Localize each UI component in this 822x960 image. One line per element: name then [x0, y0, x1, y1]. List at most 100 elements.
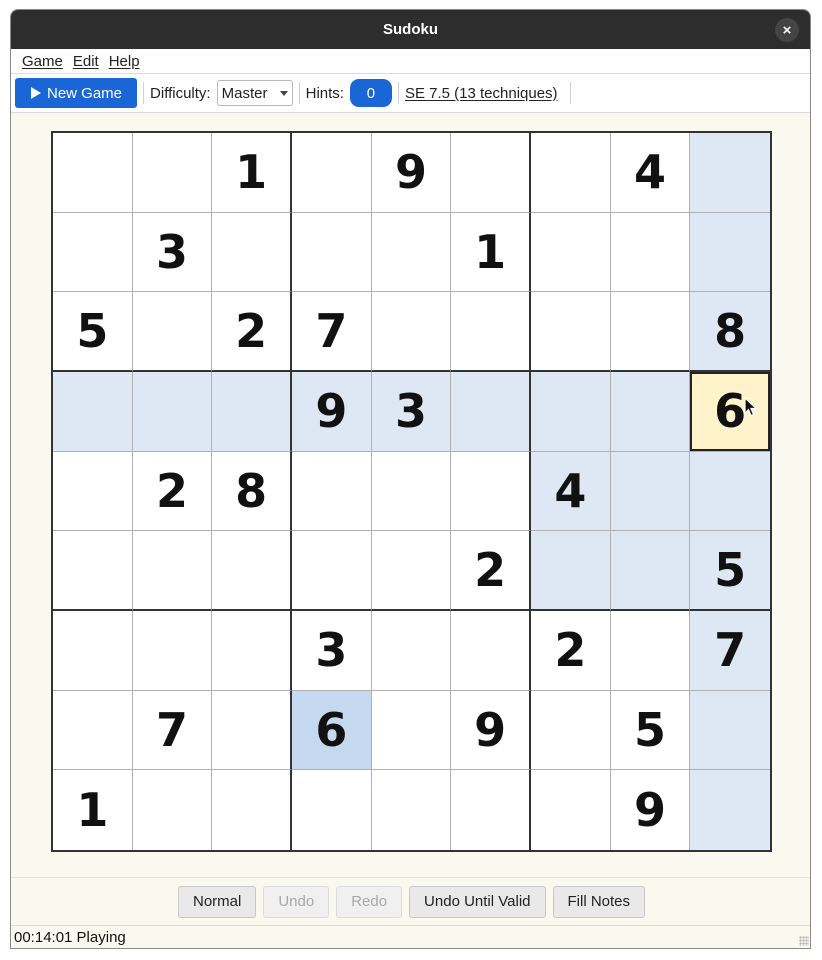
cell-r6-c1[interactable]	[53, 531, 133, 611]
new-game-button[interactable]: New Game	[15, 78, 138, 108]
cell-r5-c2[interactable]: 2	[132, 451, 213, 532]
cell-r3-c2[interactable]	[132, 292, 213, 372]
cell-r4-c7[interactable]	[530, 371, 611, 452]
title-bar[interactable]: Sudoku ×	[11, 10, 810, 49]
cell-r7-c4[interactable]: 3	[291, 610, 372, 691]
cell-r7-c7[interactable]: 2	[530, 610, 611, 691]
cell-r8-c6[interactable]: 9	[451, 690, 531, 771]
hints-button[interactable]: 0	[349, 79, 392, 107]
cell-r9-c6[interactable]	[451, 770, 531, 850]
cell-r9-c9[interactable]	[690, 770, 770, 850]
cell-r6-c2[interactable]	[132, 531, 213, 611]
redo-button[interactable]: Redo	[336, 885, 403, 918]
cell-r7-c5[interactable]	[371, 610, 452, 691]
cell-r3-c7[interactable]	[530, 292, 611, 372]
cell-r8-c8[interactable]: 5	[610, 690, 691, 771]
cell-r5-c4[interactable]	[291, 451, 372, 532]
cell-r3-c9[interactable]: 8	[690, 292, 770, 372]
cell-r9-c4[interactable]	[292, 770, 372, 850]
cell-r1-c9[interactable]	[690, 133, 770, 213]
cell-r5-c7[interactable]: 4	[530, 451, 611, 532]
cell-r1-c5[interactable]: 9	[371, 133, 452, 213]
cell-r2-c2[interactable]: 3	[132, 212, 213, 293]
cell-r5-c6[interactable]	[451, 451, 531, 532]
cell-r1-c2[interactable]	[132, 133, 213, 213]
fill-notes-button[interactable]: Fill Notes	[552, 885, 646, 918]
cell-r6-c4[interactable]	[291, 531, 372, 611]
cell-r1-c6[interactable]	[451, 133, 531, 213]
cell-r4-c4[interactable]: 9	[291, 371, 372, 452]
normal-mode-button[interactable]: Normal	[177, 885, 257, 918]
cell-r7-c8[interactable]	[610, 610, 691, 691]
cell-value: 1	[76, 783, 109, 838]
cell-r5-c9[interactable]	[690, 451, 770, 532]
cell-r8-c7[interactable]	[530, 690, 611, 771]
cell-r1-c8[interactable]: 4	[610, 133, 691, 213]
cell-r5-c5[interactable]	[371, 451, 452, 532]
cell-r6-c6[interactable]: 2	[451, 531, 531, 611]
cell-r2-c4[interactable]	[291, 212, 372, 293]
cell-r8-c1[interactable]	[53, 690, 133, 771]
cell-r3-c1[interactable]: 5	[53, 292, 133, 372]
cell-r9-c1[interactable]: 1	[53, 770, 133, 850]
cell-r1-c3[interactable]: 1	[212, 133, 292, 213]
cell-r6-c9[interactable]: 5	[690, 531, 770, 611]
cell-r7-c9[interactable]: 7	[690, 610, 770, 691]
close-button[interactable]: ×	[775, 18, 799, 42]
cell-r6-c3[interactable]	[212, 531, 292, 611]
cell-r9-c7[interactable]	[531, 770, 611, 850]
cell-r8-c4[interactable]: 6	[291, 690, 372, 771]
cell-r6-c7[interactable]	[530, 531, 611, 611]
se-rating-link[interactable]: SE 7.5 (13 techniques)	[405, 85, 558, 102]
cell-value: 4	[633, 145, 666, 200]
cell-r7-c1[interactable]	[53, 610, 133, 691]
menu-game[interactable]: Game	[22, 53, 63, 70]
cell-r1-c1[interactable]	[53, 133, 133, 213]
cell-r2-c9[interactable]	[690, 212, 770, 293]
undo-until-valid-button[interactable]: Undo Until Valid	[409, 885, 546, 918]
cell-r4-c3[interactable]	[212, 371, 292, 452]
cell-r8-c5[interactable]	[371, 690, 452, 771]
cell-r9-c2[interactable]	[133, 770, 213, 850]
cell-r7-c6[interactable]	[451, 610, 531, 691]
cell-r4-c5[interactable]: 3	[371, 371, 452, 452]
cell-r5-c3[interactable]: 8	[212, 451, 292, 532]
difficulty-select[interactable]: Master	[216, 80, 293, 106]
cell-r4-c6[interactable]	[451, 371, 531, 452]
cell-r5-c1[interactable]	[53, 451, 133, 532]
cell-r4-c2[interactable]	[132, 371, 213, 452]
cell-r9-c3[interactable]	[212, 770, 292, 850]
cell-r3-c6[interactable]	[451, 292, 531, 372]
cell-r3-c3[interactable]: 2	[212, 292, 292, 372]
cell-r7-c2[interactable]	[132, 610, 213, 691]
cell-r2-c8[interactable]	[610, 212, 691, 293]
cell-r2-c1[interactable]	[53, 212, 133, 293]
cell-r9-c8[interactable]: 9	[611, 770, 691, 850]
cell-r1-c4[interactable]	[291, 133, 372, 213]
cell-r4-c9[interactable]: 6	[690, 371, 770, 452]
menu-edit[interactable]: Edit	[73, 53, 99, 70]
cell-r2-c3[interactable]	[212, 212, 292, 293]
undo-button[interactable]: Undo	[263, 885, 330, 918]
menu-help[interactable]: Help	[109, 53, 140, 70]
cell-r9-c5[interactable]	[372, 770, 452, 850]
resize-grip-icon[interactable]	[799, 936, 809, 946]
difficulty-value: Master	[221, 84, 268, 102]
cell-r4-c8[interactable]	[610, 371, 691, 452]
cell-r5-c8[interactable]	[610, 451, 691, 532]
cell-r8-c9[interactable]	[690, 690, 770, 771]
cell-r2-c7[interactable]	[530, 212, 611, 293]
cell-r4-c1[interactable]	[53, 371, 133, 452]
cell-r3-c4[interactable]: 7	[291, 292, 372, 372]
cell-r8-c3[interactable]	[212, 690, 292, 771]
cell-value: 2	[554, 623, 587, 678]
cell-r2-c6[interactable]: 1	[451, 212, 531, 293]
cell-r8-c2[interactable]: 7	[132, 690, 213, 771]
cell-r7-c3[interactable]	[212, 610, 292, 691]
cell-r3-c5[interactable]	[371, 292, 452, 372]
cell-r6-c5[interactable]	[371, 531, 452, 611]
cell-r3-c8[interactable]	[610, 292, 691, 372]
cell-r2-c5[interactable]	[371, 212, 452, 293]
cell-r6-c8[interactable]	[610, 531, 691, 611]
cell-r1-c7[interactable]	[530, 133, 611, 213]
